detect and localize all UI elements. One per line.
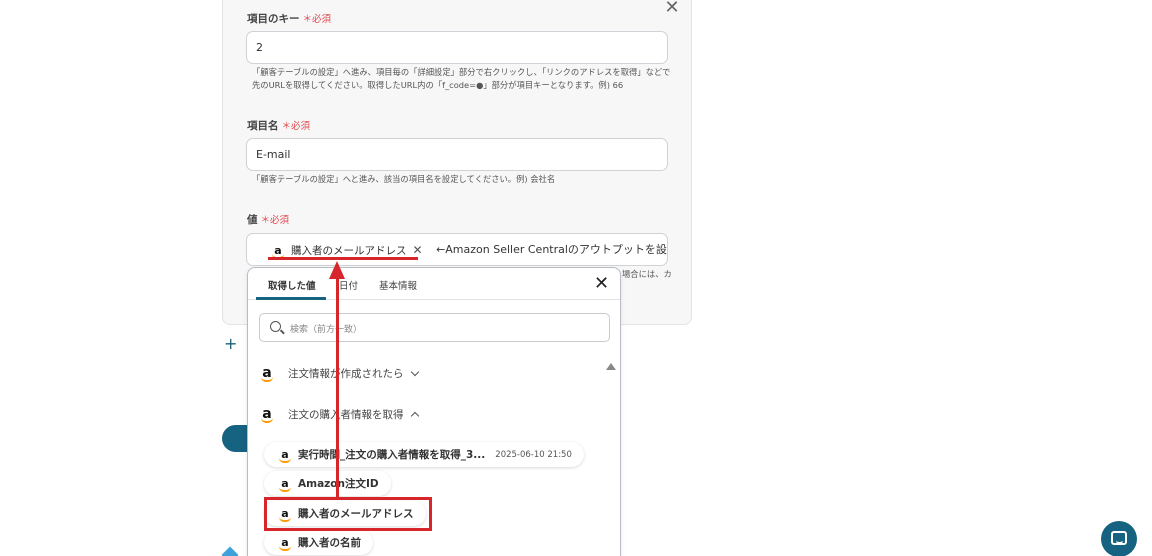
list-item[interactable]: a Amazon注文ID [264, 471, 391, 496]
value-hint-fragment: 場合には、カ [622, 269, 672, 279]
tab-date[interactable]: 日付 [339, 278, 358, 292]
item-label: 実行時間_注文の購入者情報を取得_3... [298, 449, 486, 461]
amazon-icon: a [278, 478, 292, 492]
key-hint-line1: 「顧客テーブルの設定」へ進み、項目毎の「詳細設定」部分で右クリックし、「リンクの… [252, 67, 672, 77]
value-field-label: 値＊必須 [247, 212, 289, 227]
search-input[interactable]: 検索（前方一致） [259, 313, 610, 342]
group-label: 注文の購入者情報を取得 [288, 409, 404, 421]
amazon-icon: a [260, 407, 274, 423]
key-label-text: 項目のキー [247, 13, 300, 25]
key-hint: 「顧客テーブルの設定」へ進み、項目毎の「詳細設定」部分で右クリックし、「リンクの… [252, 66, 672, 92]
list-item[interactable]: a 実行時間_注文の購入者情報を取得_3... 2025-06-10 21:50 [264, 442, 584, 467]
search-placeholder: 検索（前方一致） [290, 325, 363, 335]
required-badge: ＊必須 [302, 14, 332, 25]
name-label-text: 項目名 [247, 120, 279, 132]
chevron-down-icon [410, 367, 419, 376]
chat-button[interactable] [1101, 521, 1137, 556]
name-hint: 「顧客テーブルの設定」へと進み、該当の項目名を設定してください。例) 会社名 [252, 174, 556, 184]
amazon-icon: a [271, 245, 285, 259]
picker-tabs: 取得した値 日付 基本情報 ✕ [248, 268, 620, 300]
required-badge: ＊必須 [260, 215, 290, 226]
active-tab-indicator [256, 297, 326, 300]
name-field-label: 項目名 ＊必須 [247, 118, 310, 133]
annotation-arrow [336, 276, 339, 498]
close-icon[interactable]: ✕ [594, 275, 609, 293]
search-icon [270, 321, 281, 332]
name-input[interactable]: E-mail [246, 138, 668, 171]
amazon-icon: a [278, 537, 292, 551]
diamond-icon [221, 546, 239, 556]
value-input[interactable]: a 購入者のメールアドレス ✕ ←Amazon Seller Centralのア… [246, 233, 668, 266]
list-item[interactable]: a 購入者の名前 [264, 530, 373, 555]
chat-icon [1111, 531, 1127, 545]
item-label: 購入者の名前 [298, 537, 361, 549]
chevron-up-icon [410, 411, 419, 421]
tab-acquired-values[interactable]: 取得した値 [268, 278, 316, 292]
amazon-icon: a [260, 366, 274, 382]
annotation-underline [268, 257, 418, 260]
value-chip-label: 購入者のメールアドレス [291, 244, 407, 257]
value-trailing-text: ←Amazon Seller Centralのアウトプットを設定し [436, 242, 668, 256]
tab-basic-info[interactable]: 基本情報 [379, 278, 417, 292]
value-label-text: 値 [247, 214, 258, 226]
key-input[interactable]: 2 [246, 31, 668, 64]
item-timestamp: 2025-06-10 21:50 [495, 449, 572, 460]
annotation-highlight-box [264, 497, 432, 531]
required-badge: ＊必須 [281, 121, 311, 132]
scrollbar[interactable] [604, 374, 620, 556]
close-icon[interactable]: ✕ [663, 0, 681, 17]
group-label: 注文情報が作成されたら [288, 368, 404, 380]
key-field-label: 項目のキー ＊必須 [247, 11, 331, 26]
amazon-icon: a [278, 449, 292, 463]
scroll-up-icon[interactable] [606, 363, 616, 370]
key-hint-line2: 先のURLを取得してください。取得したURL内の「f_code=●」部分が項目キ… [252, 80, 624, 90]
annotation-arrowhead [329, 261, 345, 279]
add-icon[interactable]: + [224, 334, 237, 353]
chip-remove-icon[interactable]: ✕ [413, 243, 423, 257]
app-root: ✕ 項目のキー ＊必須 2 「顧客テーブルの設定」へ進み、項目毎の「詳細設定」部分… [0, 0, 1152, 556]
